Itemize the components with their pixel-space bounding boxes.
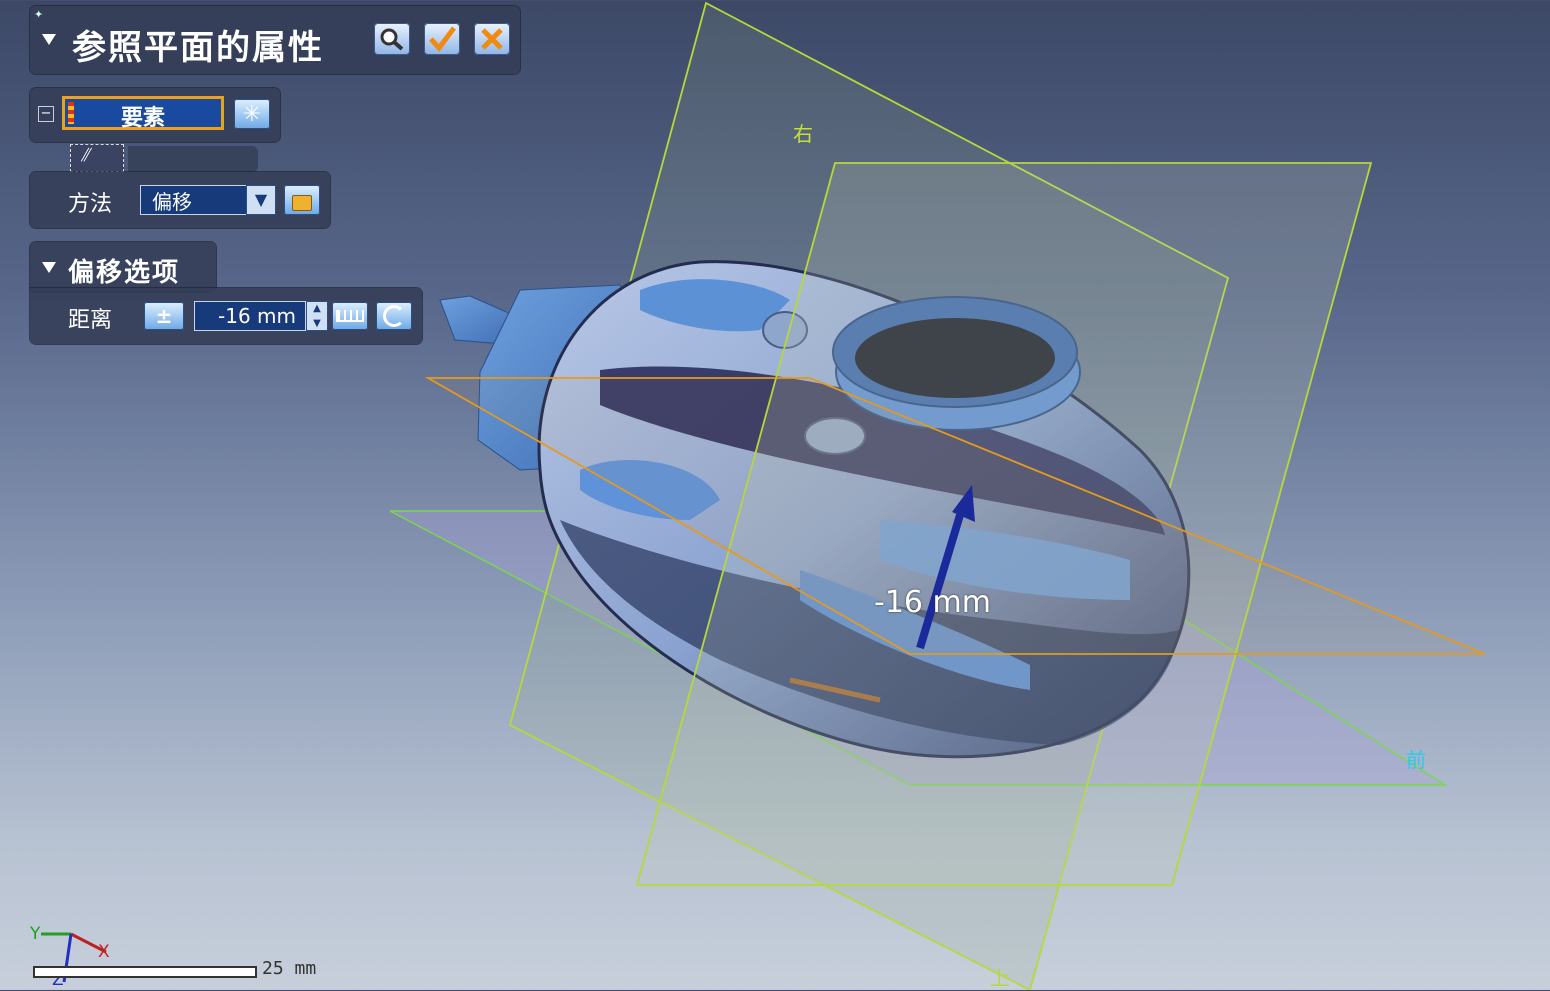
scale-bar-label: 25 mm [262,958,317,979]
elements-field[interactable]: 要素 [62,96,224,131]
distance-input[interactable]: -16 mm [194,301,306,331]
asterisk-icon: ✳ [242,101,262,127]
elements-label: 要素 [120,106,165,131]
offset-options-title: 偏移选项 [68,258,181,288]
magnifier-icon [380,28,404,51]
refresh-icon [383,305,405,327]
offset-options-panel: 距离 ± -16 mm ▲ ▼ [30,288,422,344]
close-icon [481,28,503,50]
element-list-item[interactable]: ⫽ [70,144,124,172]
method-panel: 方法 偏移 ▼ [30,172,330,228]
measure-button[interactable] [332,302,368,330]
dialog-title: 参照平面的属性 [72,28,324,68]
method-select[interactable]: 偏移 ▼ [140,185,276,215]
elements-panel: − 要素 ✳ [30,88,280,142]
axis-x-label: X [98,942,110,962]
method-label: 方法 [68,192,113,217]
collapse-icon[interactable] [42,34,56,45]
cancel-button[interactable] [474,23,510,55]
reset-button[interactable] [376,302,412,330]
spin-down-icon[interactable]: ▼ [306,316,328,331]
lock-icon [292,195,312,211]
preview-button[interactable] [374,23,410,55]
spinner[interactable]: ▲ ▼ [306,301,328,331]
clear-selection-button[interactable]: ✳ [234,99,270,129]
pin-icon[interactable]: ✦ [34,8,46,21]
ruler-icon [336,310,364,322]
collapse-icon[interactable] [42,262,56,273]
axis-triad [41,932,107,983]
plus-minus-icon: ± [155,304,173,328]
distance-label: 距离 [68,308,113,333]
offset-options-header: 偏移选项 [30,242,216,292]
plane-label-front: 前 [1406,748,1426,772]
plane-label-top: 上 [990,966,1010,990]
plane-label-right: 右 [793,122,813,146]
checkmark-icon [429,26,456,52]
chevron-down-icon[interactable]: ▼ [246,185,276,215]
flip-sign-button[interactable]: ± [144,302,184,330]
tree-collapse-icon[interactable]: − [38,106,54,122]
distance-value: -16 mm [218,304,296,328]
lock-button[interactable] [284,185,320,215]
element-list-slot [128,146,258,172]
method-value: 偏移 [152,189,192,214]
ok-button[interactable] [424,23,460,55]
spin-up-icon[interactable]: ▲ [306,301,328,316]
surface-icon: ⫽ [81,145,90,166]
dialog-title-bar: ✦ 参照平面的属性 [30,6,520,74]
axis-y-label: Y [30,924,41,944]
dimension-label: -16 mm [874,585,991,620]
scale-bar [33,966,257,978]
